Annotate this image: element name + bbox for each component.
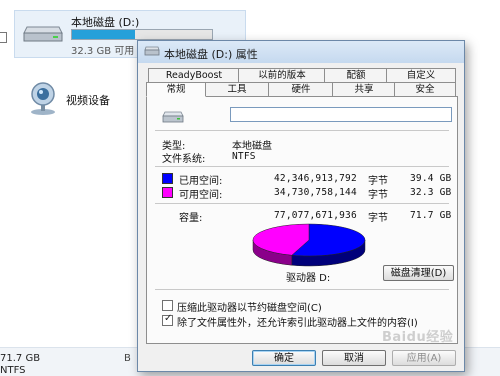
free-space-bytes: 34,730,758,144	[274, 187, 357, 198]
drive-name: 本地磁盘 (D:)	[71, 16, 140, 29]
used-space-size: 39.4 GB	[410, 173, 452, 184]
drive-title-icon	[144, 46, 160, 59]
drive-usage-fill	[72, 30, 135, 39]
capacity-label: 容量:	[179, 213, 203, 224]
capacity-size: 71.7 GB	[410, 210, 452, 221]
divider	[155, 289, 449, 290]
webcam-label[interactable]: 视频设备	[66, 92, 110, 108]
tab-readyboost[interactable]: ReadyBoost	[148, 68, 240, 82]
tab-sharing[interactable]: 共享	[332, 82, 396, 96]
tab-general[interactable]: 常规	[146, 82, 206, 97]
index-checkbox[interactable]: ✓	[162, 313, 173, 326]
compress-checkbox[interactable]	[162, 300, 173, 311]
partial-checkbox-edge	[0, 32, 7, 43]
used-space-label: 已用空间:	[179, 176, 223, 187]
filesystem-value: NTFS	[232, 151, 256, 162]
apply-button[interactable]: 应用(A)	[392, 350, 456, 366]
drive-usage-bar	[71, 29, 213, 40]
drive-free-space: 32.3 GB 可用	[71, 46, 135, 57]
hard-drive-icon	[23, 25, 63, 46]
drive-icon	[162, 111, 184, 126]
used-space-bytes: 42,346,913,792	[274, 173, 357, 184]
properties-dialog: 本地磁盘 (D:) 属性 ReadyBoost 以前的版本 配额 自定义 常规 …	[137, 40, 465, 372]
free-space-swatch	[162, 187, 173, 198]
details-label-fragment: B	[124, 353, 131, 364]
capacity-bytes: 77,077,671,936	[274, 210, 357, 221]
compress-label[interactable]: 压缩此驱动器以节约磁盘空间(C)	[177, 299, 322, 314]
watermark: Baidu经验	[382, 330, 454, 345]
tab-customize[interactable]: 自定义	[386, 68, 456, 82]
dialog-titlebar[interactable]: 本地磁盘 (D:) 属性	[138, 41, 464, 63]
disk-cleanup-button[interactable]: 磁盘清理(D)	[383, 265, 454, 281]
volume-name-input[interactable]	[230, 107, 452, 122]
disk-usage-pie	[252, 223, 366, 267]
ok-button[interactable]: 确定	[252, 350, 316, 366]
index-check-mark: ✓	[164, 313, 173, 324]
details-filesystem: NTFS	[0, 365, 26, 376]
free-space-label: 可用空间:	[179, 190, 223, 201]
free-space-size: 32.3 GB	[410, 187, 452, 198]
tab-previous-versions[interactable]: 以前的版本	[238, 68, 326, 82]
tab-quota[interactable]: 配额	[324, 68, 388, 82]
divider	[155, 203, 449, 204]
capacity-unit: 字节	[368, 213, 388, 224]
free-space-unit: 字节	[368, 190, 388, 201]
divider	[155, 130, 449, 131]
filesystem-label: 文件系统:	[162, 154, 206, 165]
cancel-button[interactable]: 取消	[322, 350, 386, 366]
webcam-icon[interactable]	[26, 80, 60, 119]
dialog-title: 本地磁盘 (D:) 属性	[164, 48, 258, 61]
divider	[155, 166, 449, 167]
type-value: 本地磁盘	[232, 141, 272, 152]
general-tab-panel: 类型: 本地磁盘 文件系统: NTFS 已用空间: 42,346,913,792…	[146, 96, 458, 344]
tab-tools[interactable]: 工具	[204, 82, 270, 96]
tab-hardware[interactable]: 硬件	[268, 82, 334, 96]
drive-letter-label: 驱动器 D:	[286, 273, 331, 284]
details-size: 71.7 GB	[0, 353, 41, 364]
tab-security[interactable]: 安全	[394, 82, 456, 96]
used-space-swatch	[162, 173, 173, 184]
used-space-unit: 字节	[368, 176, 388, 187]
